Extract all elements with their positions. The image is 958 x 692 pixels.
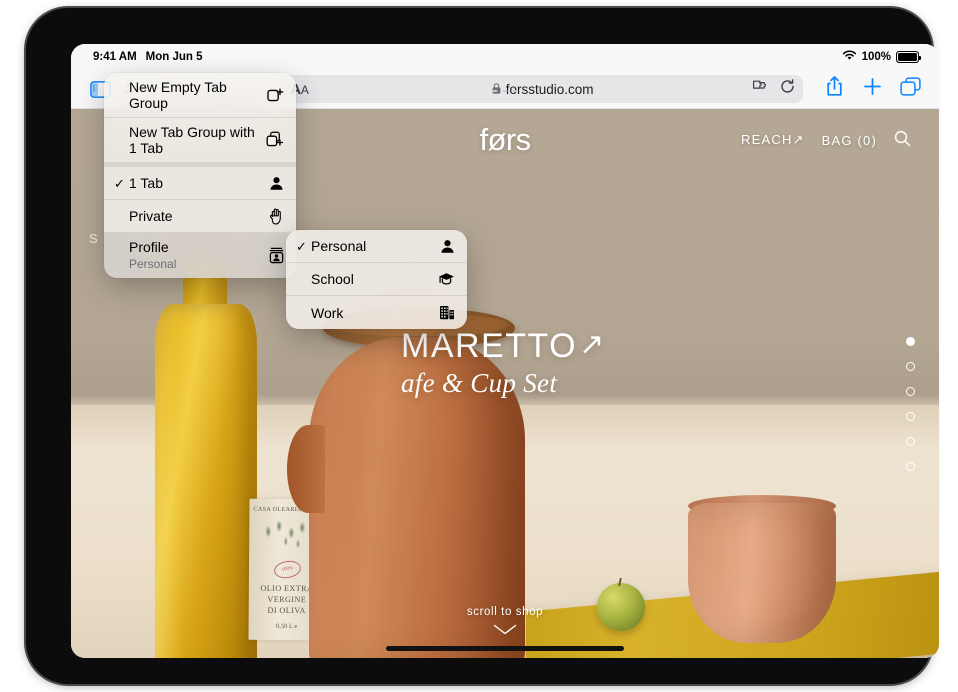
tabs-overview-icon: [900, 77, 921, 101]
site-nav: REACH↗ BAG (0): [741, 130, 911, 150]
pager-dot-4[interactable]: [906, 412, 915, 421]
building-icon: [439, 305, 455, 320]
submenu-item-label: Personal: [311, 238, 432, 254]
menu-item-label: Profile: [129, 239, 261, 255]
carousel-pager[interactable]: [906, 337, 915, 471]
menu-item-label: Private: [129, 208, 261, 224]
ipad-device-frame: 9:41 AM Mon Jun 5 100% Personal: [26, 8, 932, 684]
scroll-to-shop-cue[interactable]: scroll to shop: [71, 606, 939, 638]
pager-dot-5[interactable]: [906, 437, 915, 446]
status-date: Mon Jun 5: [146, 51, 203, 63]
product-link-arrow-icon: ↗: [579, 327, 606, 362]
show-tabs-button[interactable]: [895, 74, 925, 104]
pager-dot-3[interactable]: [906, 387, 915, 396]
tab-group-context-menu: New Empty Tab Group New Tab Group with 1…: [104, 73, 296, 278]
menu-item-label: New Empty Tab Group: [129, 79, 259, 111]
status-time: 9:41 AM: [93, 51, 137, 63]
product-name: MARETTO: [401, 327, 577, 366]
new-tab-group-stack-icon: [266, 131, 284, 149]
new-tab-button[interactable]: [857, 74, 887, 104]
nav-item-bag[interactable]: BAG (0): [822, 133, 877, 148]
submenu-item-checkmark: ✓: [296, 240, 311, 253]
submenu-item-personal[interactable]: ✓ Personal: [286, 230, 467, 263]
product-title-block[interactable]: MARETTO ↗ afe & Cup Set: [401, 327, 606, 399]
menu-item-1-tab[interactable]: ✓ 1 Tab: [104, 167, 296, 200]
menu-item-label: 1 Tab: [129, 175, 261, 191]
battery-percent-label: 100%: [862, 51, 891, 63]
hand-raised-icon: [269, 208, 284, 225]
site-nav-left-partial[interactable]: S: [89, 231, 99, 246]
profile-box-icon: [269, 247, 284, 264]
battery-full-icon: [896, 51, 919, 63]
menu-item-sublabel: Personal: [129, 256, 261, 272]
nav-item-reach[interactable]: REACH↗: [741, 132, 805, 148]
profile-submenu: ✓ Personal School Work: [286, 230, 467, 329]
nav-item-reach-label: REACH: [741, 132, 793, 147]
wifi-icon: [842, 50, 857, 64]
submenu-item-work[interactable]: Work: [286, 296, 467, 329]
menu-item-new-empty-tab-group[interactable]: New Empty Tab Group: [104, 73, 296, 118]
home-indicator: [386, 646, 624, 651]
olive-oil-bottle: [155, 304, 257, 658]
reload-icon[interactable]: [780, 79, 795, 99]
person-icon: [440, 239, 455, 254]
graduation-cap-icon: [438, 272, 455, 286]
pager-dot-2[interactable]: [906, 362, 915, 371]
submenu-item-label: School: [311, 271, 430, 287]
address-bar[interactable]: AA forsstudio.com: [282, 75, 803, 103]
pager-dot-6[interactable]: [906, 462, 915, 471]
share-icon: [826, 76, 843, 102]
menu-item-profile[interactable]: Profile Personal: [104, 233, 296, 278]
camera-sensor-dots: [493, 90, 518, 92]
chevron-down-icon: [493, 626, 517, 638]
menu-item-new-tab-group-with-1-tab[interactable]: New Tab Group with 1 Tab: [104, 118, 296, 167]
menu-item-label: New Tab Group with 1 Tab: [129, 124, 258, 156]
new-tab-group-icon: [267, 87, 284, 104]
search-icon[interactable]: [894, 130, 911, 150]
external-link-arrow-icon: ↗: [793, 132, 805, 147]
submenu-item-label: Work: [311, 305, 431, 321]
product-name-row: MARETTO ↗: [401, 327, 606, 366]
person-icon: [269, 176, 284, 191]
status-bar: 9:41 AM Mon Jun 5 100%: [71, 44, 939, 70]
menu-item-private[interactable]: Private: [104, 200, 296, 233]
lock-icon: [492, 82, 501, 97]
share-button[interactable]: [819, 74, 849, 104]
pager-dot-1[interactable]: [906, 337, 915, 346]
menu-item-label-group: Profile Personal: [129, 239, 261, 272]
menu-item-checkmark: ✓: [114, 177, 129, 190]
submenu-item-school[interactable]: School: [286, 263, 467, 296]
puzzle-piece-icon[interactable]: [752, 79, 769, 99]
ipad-screen: 9:41 AM Mon Jun 5 100% Personal: [71, 44, 939, 658]
plus-icon: [863, 77, 882, 101]
bottle-label-stamp: 100%: [272, 559, 301, 580]
product-subtitle: afe & Cup Set: [401, 368, 606, 399]
scroll-to-shop-label: scroll to shop: [71, 606, 939, 618]
url-text: forsstudio.com: [506, 82, 594, 97]
